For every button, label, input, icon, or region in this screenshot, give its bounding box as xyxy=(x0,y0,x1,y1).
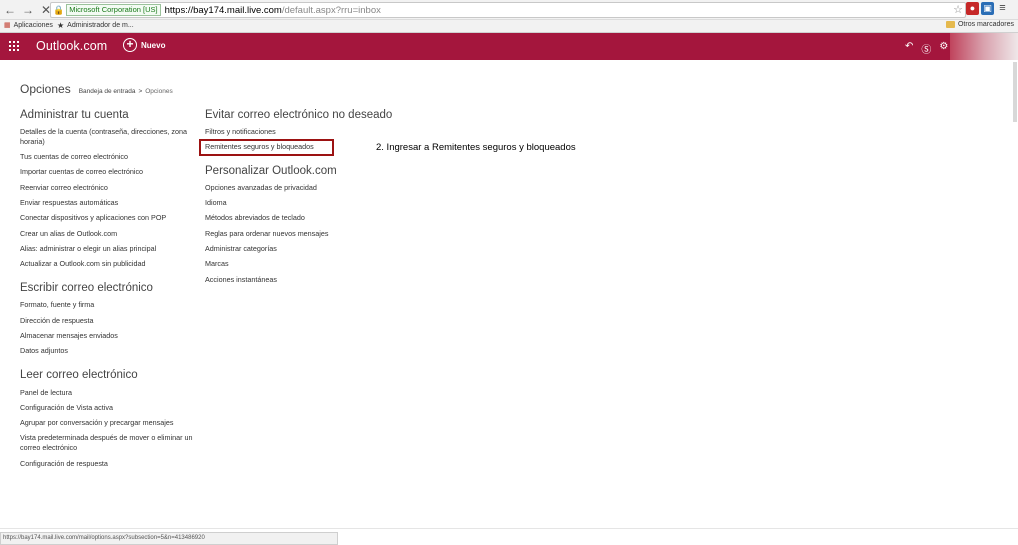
option-link[interactable]: Tus cuentas de correo electrónico xyxy=(20,152,128,162)
header-icons: ↶ Ⓢ ⚙ xyxy=(905,41,948,56)
outlook-header: Outlook.com + Nuevo ↶ Ⓢ ⚙ xyxy=(0,33,1018,60)
option-link[interactable]: Panel de lectura xyxy=(20,388,72,398)
breadcrumb: Opciones Bandeja de entrada > Opciones xyxy=(20,82,173,96)
address-bar[interactable]: 🔒 Microsoft Corporation [US] https://bay… xyxy=(50,2,966,18)
option-link[interactable]: Reenviar correo electrónico xyxy=(20,183,108,193)
gear-icon[interactable]: ⚙ xyxy=(939,41,948,56)
breadcrumb-current: Opciones xyxy=(145,88,173,95)
option-link[interactable]: Idioma xyxy=(205,198,227,208)
skype-icon[interactable]: Ⓢ xyxy=(921,41,931,56)
option-link[interactable]: Conectar dispositivos y aplicaciones con… xyxy=(20,213,166,223)
lock-icon: 🔒 xyxy=(53,4,65,15)
option-link[interactable]: Alias: administrar o elegir un alias pri… xyxy=(20,244,156,254)
new-message-label: Nuevo xyxy=(141,40,166,50)
bookmarks-bar: ▦ Aplicaciones ★ Administrador de m... O… xyxy=(0,20,1018,33)
back-icon[interactable]: ← xyxy=(2,2,18,18)
scrollbar[interactable] xyxy=(1012,60,1018,528)
option-link[interactable]: Agrupar por conversación y precargar men… xyxy=(20,418,173,428)
menu-icon[interactable]: ≡ xyxy=(996,2,1009,15)
option-link[interactable]: Actualizar a Outlook.com sin publicidad xyxy=(20,259,145,269)
section-title-write: Escribir correo electrónico xyxy=(20,282,153,294)
scrollbar-thumb[interactable] xyxy=(1013,62,1017,122)
option-link[interactable]: Configuración de respuesta xyxy=(20,459,108,469)
plus-circle-icon: + xyxy=(123,38,137,52)
brand-logo[interactable]: Outlook.com xyxy=(36,39,107,53)
option-link[interactable]: Filtros y notificaciones xyxy=(205,127,276,137)
apps-grid-icon: ▦ xyxy=(4,22,11,29)
option-link[interactable]: Datos adjuntos xyxy=(20,346,68,356)
ev-certificate-badge[interactable]: Microsoft Corporation [US] xyxy=(66,4,161,16)
option-link[interactable]: Importar cuentas de correo electrónico xyxy=(20,167,143,177)
url-path: /default.aspx?rru=inbox xyxy=(281,4,381,16)
breadcrumb-path: Bandeja de entrada > Opciones xyxy=(79,88,173,95)
undo-icon[interactable]: ↶ xyxy=(905,41,913,56)
option-link[interactable]: Reglas para ordenar nuevos mensajes xyxy=(205,229,328,239)
star-icon: ★ xyxy=(57,21,65,30)
tutorial-annotation: 2. Ingresar a Remitentes seguros y bloqu… xyxy=(376,142,576,153)
new-message-button[interactable]: + Nuevo xyxy=(123,38,165,52)
extension-icon[interactable]: ▣ xyxy=(981,2,994,15)
bookmark-star-icon[interactable]: ☆ xyxy=(953,3,963,16)
breadcrumb-inbox-link[interactable]: Bandeja de entrada xyxy=(79,88,136,95)
bookmark-other-label: Otros marcadores xyxy=(957,21,1014,28)
section-title-read: Leer correo electrónico xyxy=(20,369,138,381)
bookmark-apps-label: Aplicaciones xyxy=(13,21,53,29)
option-link[interactable]: Marcas xyxy=(205,259,229,269)
option-link[interactable]: Detalles de la cuenta (contraseña, direc… xyxy=(20,127,200,147)
section-title-junk: Evitar correo electrónico no deseado xyxy=(205,109,393,121)
option-link[interactable]: Dirección de respuesta xyxy=(20,316,94,326)
option-link[interactable]: Almacenar mensajes enviados xyxy=(20,331,118,341)
avatar[interactable] xyxy=(950,33,1018,60)
status-bar: https://bay174.mail.live.com/mail/option… xyxy=(0,532,338,545)
bookmark-apps[interactable]: ▦ Aplicaciones xyxy=(4,21,53,30)
breadcrumb-separator: > xyxy=(138,88,143,95)
extension-icons: ● ▣ ≡ xyxy=(966,2,1009,15)
bookmark-admin[interactable]: ★ Administrador de m... xyxy=(57,21,134,30)
option-link[interactable]: Vista predeterminada después de mover o … xyxy=(20,433,200,453)
bookmark-other[interactable]: Otros marcadores xyxy=(945,21,1014,28)
divider xyxy=(0,528,1018,529)
page-title: Opciones xyxy=(20,82,71,96)
section-title-personalize: Personalizar Outlook.com xyxy=(205,165,337,177)
url-host: https://bay174.mail.live.com xyxy=(164,4,282,16)
forward-icon[interactable]: → xyxy=(20,2,36,18)
option-link[interactable]: Formato, fuente y firma xyxy=(20,300,94,310)
extension-icon[interactable]: ● xyxy=(966,2,979,15)
bookmark-admin-label: Administrador de m... xyxy=(67,22,134,29)
option-link[interactable]: Administrar categorías xyxy=(205,244,277,254)
option-link[interactable]: Opciones avanzadas de privacidad xyxy=(205,183,317,193)
option-link[interactable]: Métodos abreviados de teclado xyxy=(205,213,305,223)
browser-toolbar: ← → ✕ 🔒 Microsoft Corporation [US] https… xyxy=(0,0,1018,20)
folder-icon xyxy=(945,21,955,28)
option-link[interactable]: Acciones instantáneas xyxy=(205,275,277,285)
highlight-box xyxy=(199,139,334,156)
option-link[interactable]: Enviar respuestas automáticas xyxy=(20,198,118,208)
section-title-account: Administrar tu cuenta xyxy=(20,109,129,121)
app-launcher-icon[interactable] xyxy=(9,41,19,51)
option-link[interactable]: Configuración de Vista activa xyxy=(20,403,113,413)
option-link[interactable]: Crear un alias de Outlook.com xyxy=(20,229,117,239)
